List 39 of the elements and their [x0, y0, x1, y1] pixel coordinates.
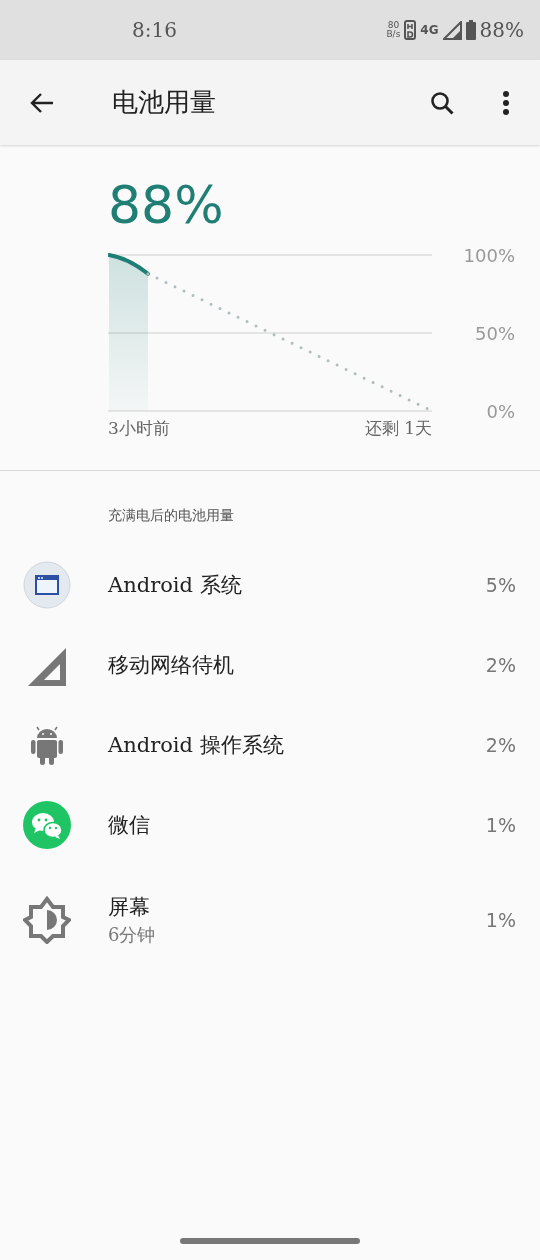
usage-percent: 5%: [485, 574, 516, 596]
usage-percent: 1%: [485, 909, 516, 931]
speed-value: 80: [387, 21, 400, 30]
signal-icon: [442, 20, 462, 40]
network-type: 4G: [420, 23, 439, 37]
app-name: 移动网络待机: [108, 652, 235, 679]
battery-percent: 88%: [479, 18, 524, 42]
battery-percentage: 88%: [108, 174, 224, 237]
more-vert-icon: [503, 90, 509, 115]
speed-unit: B/s: [386, 30, 401, 39]
back-arrow-icon: [29, 90, 55, 115]
app-usage-item[interactable]: 屏幕 6分钟 1%: [0, 865, 540, 975]
app-name: 屏幕: [108, 894, 151, 921]
app-usage-item[interactable]: Android 操作系统 2%: [0, 705, 540, 785]
clock: 8:16: [132, 18, 177, 42]
axis-tick-label: 50%: [475, 322, 515, 344]
app-window-icon: [23, 561, 71, 609]
hd-icon: [404, 20, 417, 40]
section-header: 充满电后的电池用量: [107, 506, 235, 525]
usage-percent: 2%: [485, 734, 516, 756]
chat-bubbles-icon: [23, 801, 71, 849]
axis-time-label: 3小时前: [108, 417, 170, 440]
page-title: 电池用量: [112, 86, 217, 119]
battery-icon: [465, 20, 476, 40]
app-name: Android 系统: [108, 572, 243, 599]
axis-tick-label: 0%: [486, 400, 515, 422]
brightness-icon: [23, 896, 71, 944]
axis-time-label: 还剩 1天: [364, 417, 432, 440]
app-usage-item[interactable]: 移动网络待机 2%: [0, 625, 540, 705]
app-name: 微信: [108, 812, 151, 839]
usage-percent: 1%: [485, 814, 516, 836]
search-icon: [430, 90, 454, 115]
usage-time: 6分钟: [108, 923, 157, 947]
usage-percent: 2%: [485, 654, 516, 676]
app-name: Android 操作系统: [108, 732, 285, 759]
navigation-handle[interactable]: [180, 1238, 360, 1244]
app-usage-item[interactable]: Android 系统 5%: [0, 545, 540, 625]
axis-tick-label: 100%: [463, 244, 515, 266]
app-usage-item[interactable]: 微信 1%: [0, 785, 540, 865]
